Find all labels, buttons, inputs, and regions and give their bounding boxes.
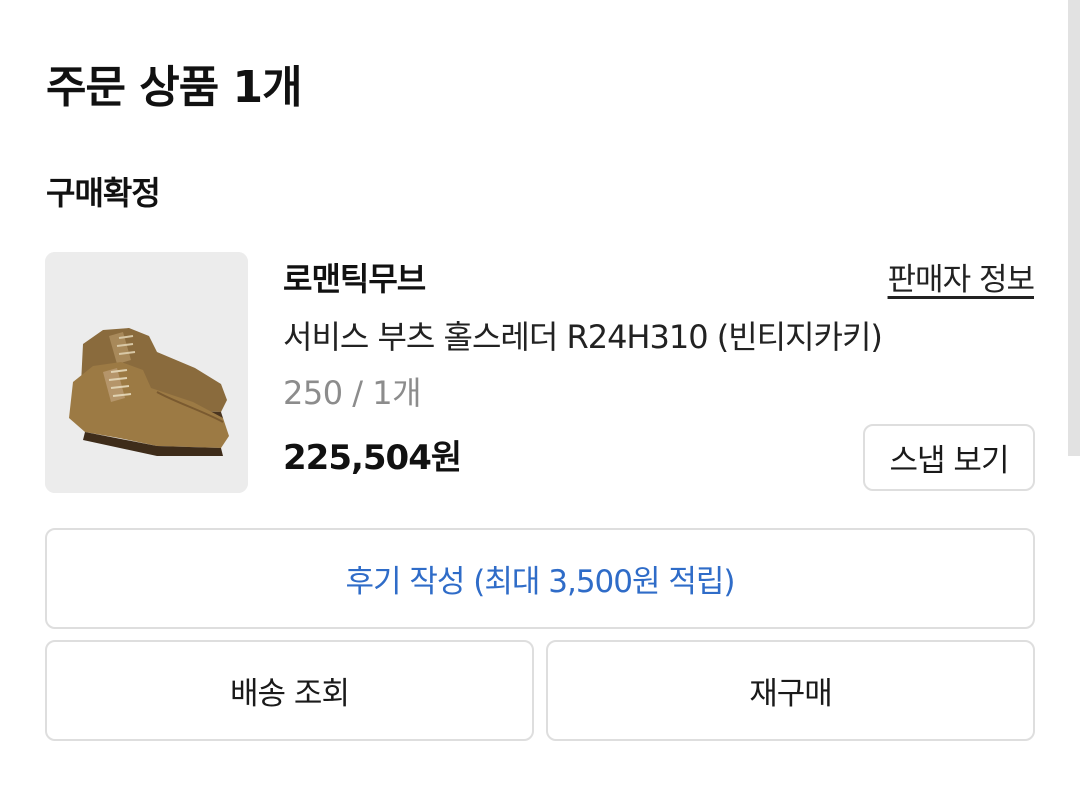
product-name[interactable]: 서비스 부츠 홀스레더 R24H310 (빈티지카키)	[283, 314, 883, 360]
write-review-button[interactable]: 후기 작성 (최대 3,500원 적립)	[45, 528, 1035, 629]
order-products-page: 주문 상품 1개 구매확정 로맨틱무브 판매자 정보 서비스 부츠 홀스레더 R…	[0, 0, 1080, 795]
boots-image-icon	[45, 252, 248, 493]
product-brand[interactable]: 로맨틱무브	[283, 256, 426, 302]
seller-info-link[interactable]: 판매자 정보	[888, 258, 1035, 302]
order-products-title: 주문 상품 1개	[46, 62, 303, 113]
order-status-label: 구매확정	[46, 174, 161, 212]
product-price: 225,504원	[283, 438, 462, 478]
view-snap-button[interactable]: 스냅 보기	[863, 424, 1035, 491]
product-thumbnail[interactable]	[45, 252, 248, 493]
scrollbar[interactable]	[1068, 0, 1080, 456]
product-option: 250 / 1개	[283, 374, 422, 412]
track-shipping-button[interactable]: 배송 조회	[45, 640, 534, 741]
rebuy-button[interactable]: 재구매	[546, 640, 1035, 741]
